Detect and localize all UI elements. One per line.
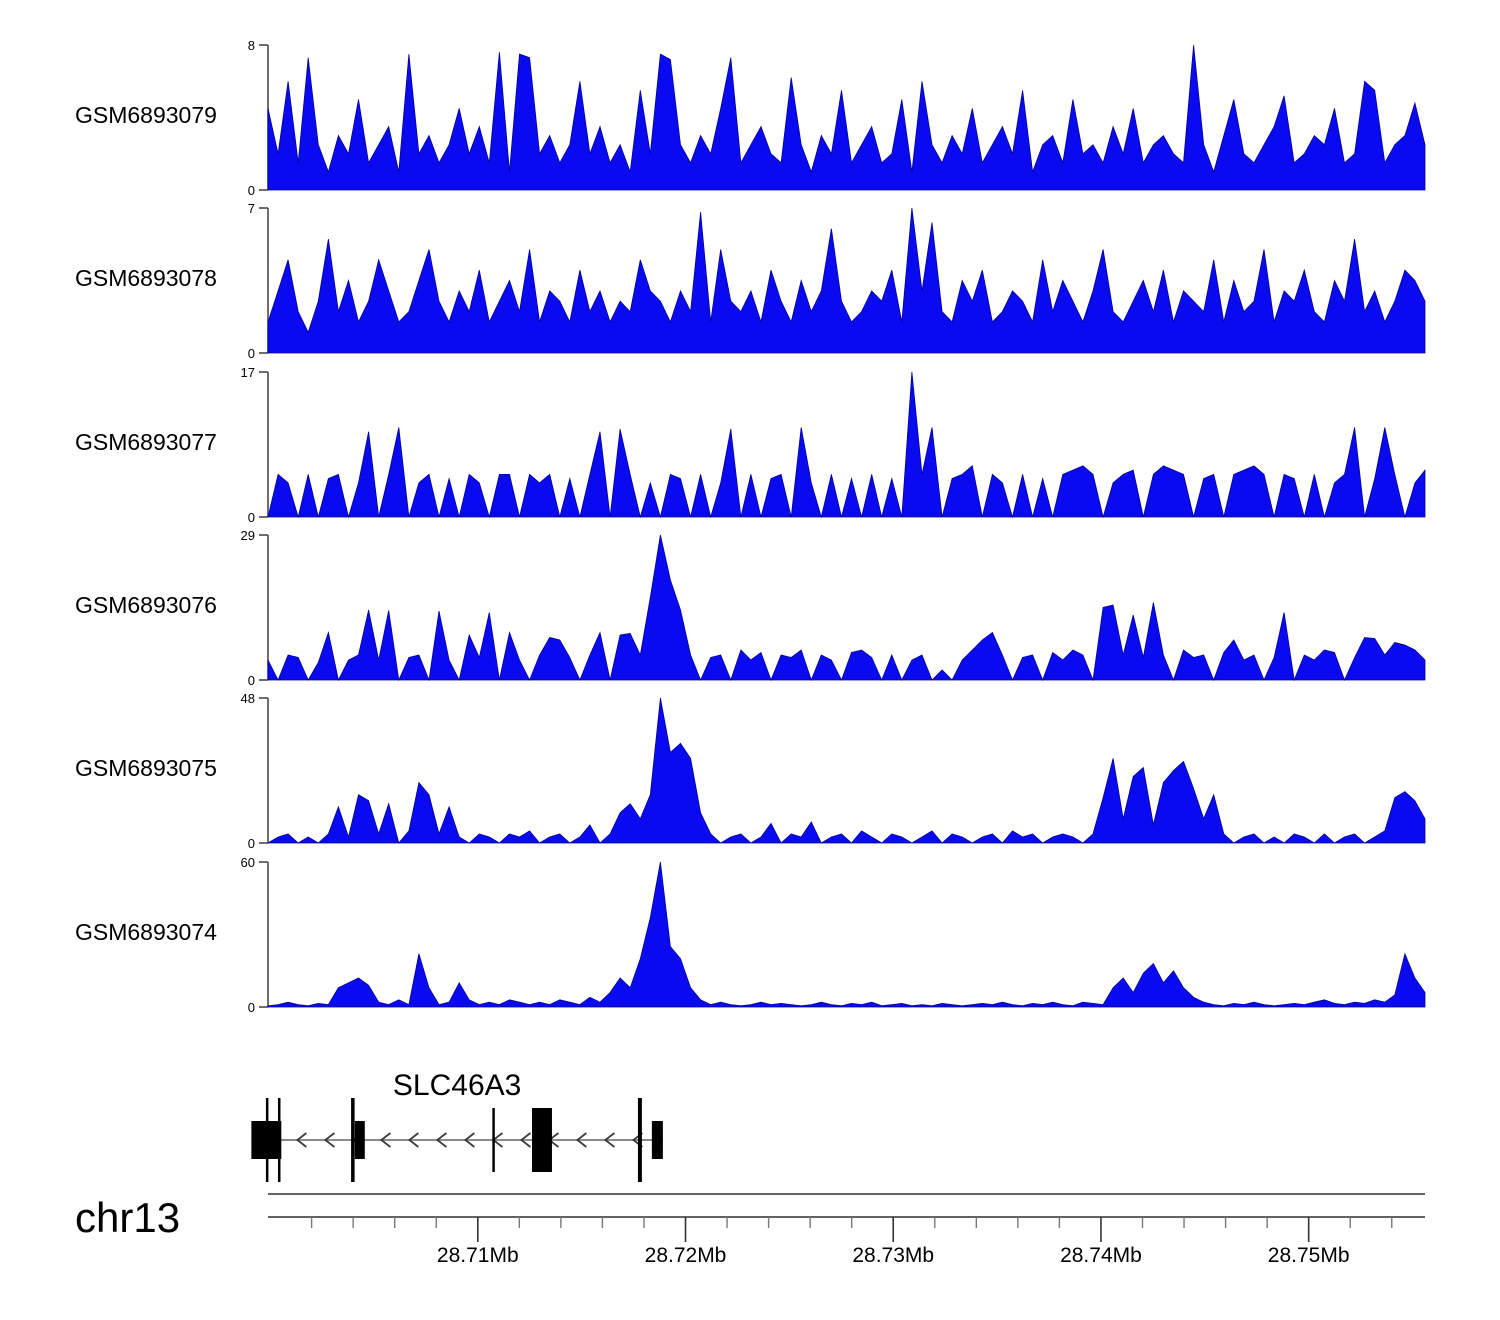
y-max-label: 48: [241, 691, 255, 706]
coverage-plot: 48 0: [230, 688, 1440, 853]
gene-exon: [638, 1098, 642, 1182]
coverage-plot: 60 0: [230, 852, 1440, 1017]
coverage-signal: [268, 698, 1425, 843]
track-label: GSM6893078: [75, 265, 217, 292]
y-min-label: 0: [248, 510, 255, 525]
gene-exon: [351, 1098, 355, 1182]
coverage-signal: [268, 372, 1425, 517]
track-label: GSM6893076: [75, 592, 217, 619]
y-max-label: 8: [248, 38, 255, 53]
gene-and-axis-panel: SLC46A3 28.71Mb 28.72Mb 28.73Mb 28.74Mb 28.75…: [0, 1030, 1500, 1320]
track-label: GSM6893074: [75, 919, 217, 946]
axis-tick-label: 28.72Mb: [645, 1244, 727, 1267]
gene-exon: [492, 1108, 495, 1172]
coverage-signal: [268, 535, 1425, 680]
coverage-signal: [268, 45, 1425, 190]
gene-exon: [266, 1098, 269, 1182]
genome-coverage-figure: GSM689307980GSM689307870GSM6893077170GSM…: [0, 0, 1500, 1320]
gene-exon: [355, 1121, 365, 1159]
gene-exon: [532, 1108, 552, 1172]
y-max-label: 60: [241, 855, 255, 870]
coverage-plot: 80: [230, 35, 1440, 200]
coverage-plot: 17 0: [230, 362, 1440, 527]
chromosome-label: chr13: [75, 1194, 180, 1241]
y-max-label: 7: [248, 201, 255, 216]
y-max-label: 29: [241, 528, 255, 543]
y-min-label: 0: [248, 673, 255, 688]
axis-tick-label: 28.75Mb: [1268, 1244, 1350, 1267]
track-label: GSM6893077: [75, 429, 217, 456]
y-min-label: 0: [248, 836, 255, 851]
y-min-label: 0: [248, 183, 255, 198]
gene-name-label: SLC46A3: [393, 1069, 521, 1102]
coverage-signal: [268, 862, 1425, 1007]
coverage-signal: [268, 208, 1425, 353]
y-max-label: 17: [241, 365, 255, 380]
coverage-plot: 29 0: [230, 525, 1440, 690]
track-label: GSM6893079: [75, 102, 217, 129]
axis-tick-label: 28.73Mb: [852, 1244, 934, 1267]
axis-tick-label: 28.71Mb: [437, 1244, 519, 1267]
coverage-plot: 70: [230, 198, 1440, 363]
gene-exon: [278, 1098, 281, 1182]
gene-exon: [652, 1121, 663, 1159]
axis-tick-label: 28.74Mb: [1060, 1244, 1142, 1267]
track-label: GSM6893075: [75, 755, 217, 782]
y-min-label: 0: [248, 346, 255, 361]
y-min-label: 0: [248, 1000, 255, 1015]
